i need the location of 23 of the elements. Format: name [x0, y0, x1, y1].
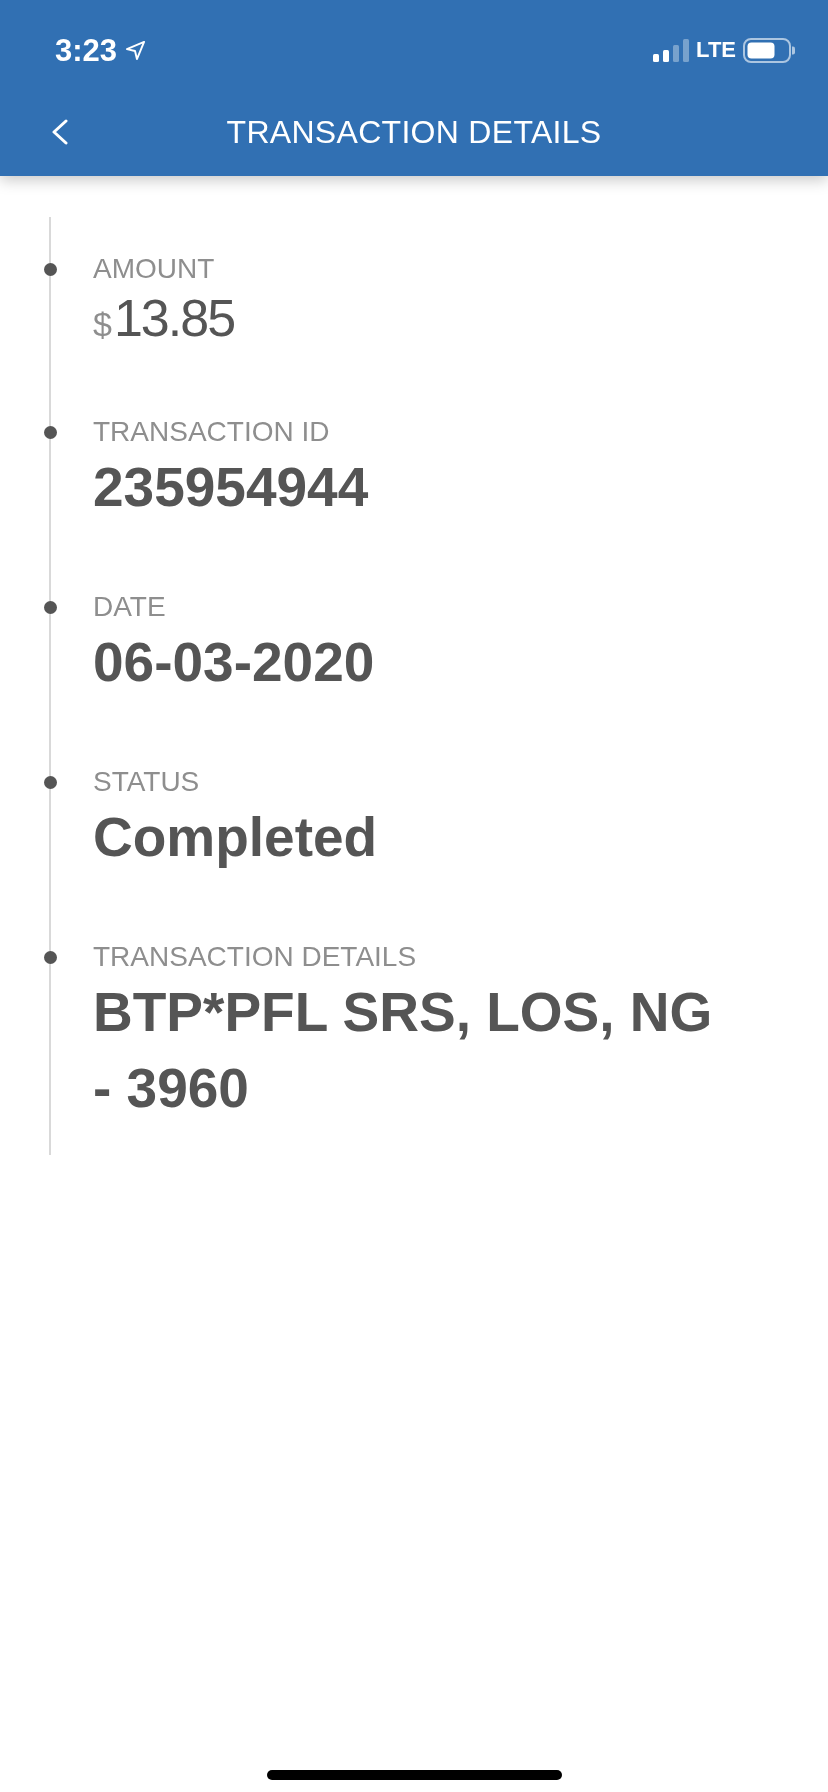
timeline-dot: [43, 600, 57, 614]
field-value: 06-03-2020: [93, 630, 375, 695]
timeline-dot: [43, 775, 57, 789]
field-value: Completed: [93, 805, 378, 870]
battery-icon: [743, 37, 795, 63]
location-arrow-icon: [125, 39, 147, 61]
chevron-left-icon: [51, 119, 69, 145]
field-label: AMOUNT: [93, 252, 215, 286]
field-label: TRANSACTION ID: [93, 415, 330, 449]
signal-bars-icon: [653, 38, 690, 62]
timeline-dot: [43, 262, 57, 276]
amount-value: 13.85: [113, 288, 235, 349]
field-label: TRANSACTION DETAILS: [93, 940, 417, 974]
field-label: STATUS: [93, 765, 200, 799]
field-value: BTP*PFL SRS, LOS, NG - 3960: [93, 980, 714, 1121]
currency-symbol: $: [93, 304, 112, 345]
screen-title: TRANSACTION DETAILS: [226, 112, 602, 152]
status-time: 3:23: [55, 34, 118, 66]
timeline-dot: [43, 425, 57, 439]
field-label: DATE: [93, 590, 166, 624]
timeline-dot: [43, 950, 57, 964]
field-value: 235954944: [93, 455, 369, 520]
network-type: LTE: [696, 39, 736, 61]
